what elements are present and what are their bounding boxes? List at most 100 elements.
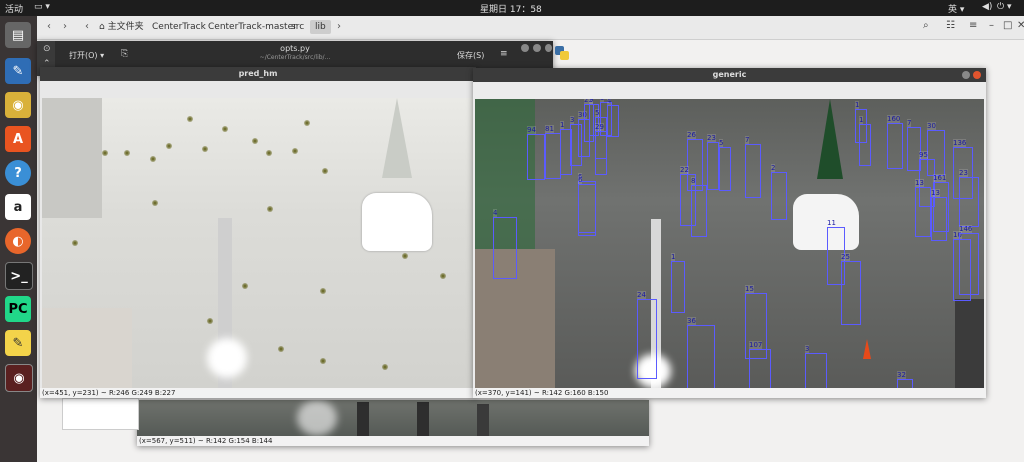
editor-maximize-icon[interactable] bbox=[533, 44, 541, 52]
list-view-icon[interactable]: ☷ bbox=[946, 20, 955, 31]
editor-minimize-icon[interactable] bbox=[521, 44, 529, 52]
track-id-label: 5 bbox=[595, 109, 600, 117]
generic-minimize-icon[interactable] bbox=[962, 71, 970, 79]
detection-box: 8 bbox=[691, 177, 707, 237]
track-id-label: 30 bbox=[927, 122, 936, 130]
back-window-status: (x=567, y=511) ~ R:142 G:154 B:144 bbox=[137, 436, 649, 446]
track-id-label: 24 bbox=[637, 291, 646, 299]
forward-button[interactable]: › bbox=[58, 19, 72, 35]
menu-icon[interactable]: ≡ bbox=[969, 20, 977, 31]
track-id-label: 8 bbox=[691, 177, 696, 185]
breadcrumb-src[interactable]: src bbox=[286, 20, 309, 34]
clock[interactable]: 星期日 17：58 bbox=[480, 2, 542, 15]
detection-box: 23 bbox=[959, 169, 979, 227]
close-icon[interactable]: ✕ bbox=[1017, 20, 1024, 31]
track-id-label: 2 bbox=[771, 164, 776, 172]
track-id-label: 4 bbox=[493, 209, 498, 217]
detection-box: 36 bbox=[687, 317, 715, 388]
track-id-label: 95 bbox=[919, 151, 928, 159]
detection-box: 6 bbox=[578, 176, 596, 236]
track-id-label: 29 bbox=[595, 123, 604, 131]
detection-box: 81 bbox=[545, 125, 561, 179]
track-id-label: 136 bbox=[953, 139, 967, 147]
track-id-label: 94 bbox=[527, 126, 536, 134]
pycharm-icon[interactable]: PC bbox=[5, 296, 31, 322]
volume-icon[interactable]: ◀) bbox=[982, 2, 992, 12]
back-button[interactable]: ‹ bbox=[42, 19, 56, 35]
track-id-label: 32 bbox=[897, 371, 906, 379]
generic-title: generic bbox=[473, 68, 986, 82]
search-icon[interactable]: ⌕ bbox=[923, 20, 929, 31]
detection-box: 2 bbox=[771, 164, 787, 220]
back-video-frame bbox=[137, 400, 649, 436]
track-id-label: 7 bbox=[907, 119, 912, 127]
help-icon[interactable]: ? bbox=[5, 160, 31, 186]
track-id-label: 160 bbox=[887, 115, 901, 123]
detection-box: 4 bbox=[607, 99, 619, 137]
track-id-label: 3 bbox=[570, 116, 575, 124]
rhythmbox-icon[interactable]: ◉ bbox=[5, 92, 31, 118]
app-menu-icon[interactable]: ▭ ▾ bbox=[34, 2, 50, 12]
breadcrumb-lib[interactable]: lib bbox=[310, 20, 331, 34]
breadcrumb-centertrack[interactable]: CenterTrack bbox=[147, 20, 211, 34]
generic-video-frame: 9481133022953429262357262284116073013695… bbox=[475, 99, 984, 388]
files-app-icon[interactable]: ▤ bbox=[5, 22, 31, 48]
track-id-label: 13 bbox=[931, 189, 940, 197]
detection-box: 13 bbox=[915, 179, 931, 237]
video-icon[interactable]: ◉ bbox=[5, 364, 33, 392]
track-id-label: 1 bbox=[560, 121, 565, 129]
input-method-indicator[interactable]: 英 ▾ bbox=[948, 2, 964, 15]
generic-window[interactable]: generic 94811330229534292623572622841160… bbox=[473, 68, 986, 398]
power-icon[interactable]: ⏻ ▾ bbox=[997, 2, 1012, 12]
detection-box: 107 bbox=[749, 341, 771, 388]
detection-box: 5 bbox=[719, 139, 731, 191]
detection-box: 13 bbox=[931, 189, 947, 241]
maximize-icon[interactable]: □ bbox=[1003, 20, 1012, 31]
track-id-label: 23 bbox=[959, 169, 968, 177]
detection-box: 1 bbox=[671, 253, 685, 313]
notes-icon[interactable]: ✎ bbox=[5, 330, 31, 356]
generic-status: (x=370, y=141) ~ R:142 G:160 B:150 bbox=[473, 388, 986, 398]
terminal-icon[interactable]: >_ bbox=[5, 262, 33, 290]
activities-button[interactable]: 活动 bbox=[5, 2, 23, 15]
detection-box: 23 bbox=[707, 134, 719, 190]
text-editor-icon[interactable]: ✎ bbox=[5, 58, 31, 84]
track-id-label: 161 bbox=[933, 174, 947, 182]
pred-hm-title: pred_hm bbox=[40, 67, 476, 81]
detection-box: 1 bbox=[859, 116, 871, 166]
minimize-icon[interactable]: – bbox=[989, 20, 994, 31]
python-file-icon[interactable] bbox=[553, 43, 571, 63]
launcher-dock: ▤ ✎ ◉ A ? a ◐ >_ PC ✎ ◉ bbox=[0, 16, 37, 462]
generic-close-icon[interactable] bbox=[973, 71, 981, 79]
firefox-icon[interactable]: ◐ bbox=[5, 228, 31, 254]
breadcrumb-right-arrow[interactable]: › bbox=[332, 19, 346, 35]
partial-dialog bbox=[62, 398, 139, 430]
back-video-window[interactable]: (x=567, y=511) ~ R:142 G:154 B:144 bbox=[137, 400, 649, 446]
track-id-label: 6 bbox=[578, 176, 583, 184]
editor-save-button[interactable]: 保存(S) bbox=[457, 50, 484, 61]
amazon-icon[interactable]: a bbox=[5, 194, 31, 220]
track-id-label: 3 bbox=[805, 345, 810, 353]
editor-close-icon[interactable] bbox=[545, 44, 552, 52]
pred-hm-image bbox=[42, 98, 474, 388]
detection-box: 146 bbox=[959, 225, 979, 295]
system-top-bar: 活动 ▭ ▾ 星期日 17：58 英 ▾ ◀) ⏻ ▾ bbox=[0, 0, 1024, 16]
track-id-label: 36 bbox=[687, 317, 696, 325]
track-id-label: 146 bbox=[959, 225, 973, 233]
track-id-label: 1 bbox=[671, 253, 676, 261]
track-id-label: 81 bbox=[545, 125, 554, 133]
track-id-label: 1 bbox=[859, 116, 864, 124]
track-id-label: 4 bbox=[607, 99, 612, 105]
breadcrumb-home[interactable]: ⌂ 主文件夹 bbox=[94, 20, 149, 34]
track-id-label: 7 bbox=[745, 136, 750, 144]
breadcrumb-left-arrow[interactable]: ‹ bbox=[80, 19, 94, 35]
detection-box: 160 bbox=[887, 115, 903, 169]
track-id-label: 5 bbox=[719, 139, 724, 147]
software-center-icon[interactable]: A bbox=[5, 126, 31, 152]
track-id-label: 23 bbox=[707, 134, 716, 142]
track-id-label: 22 bbox=[680, 166, 689, 174]
pred-hm-window[interactable]: pred_hm (x=451, y=231) ~ R:246 G:249 B:2… bbox=[40, 67, 476, 398]
detection-box: 32 bbox=[897, 371, 913, 388]
track-id-label: 11 bbox=[827, 219, 836, 227]
editor-menu-icon[interactable]: ≡ bbox=[500, 49, 508, 59]
